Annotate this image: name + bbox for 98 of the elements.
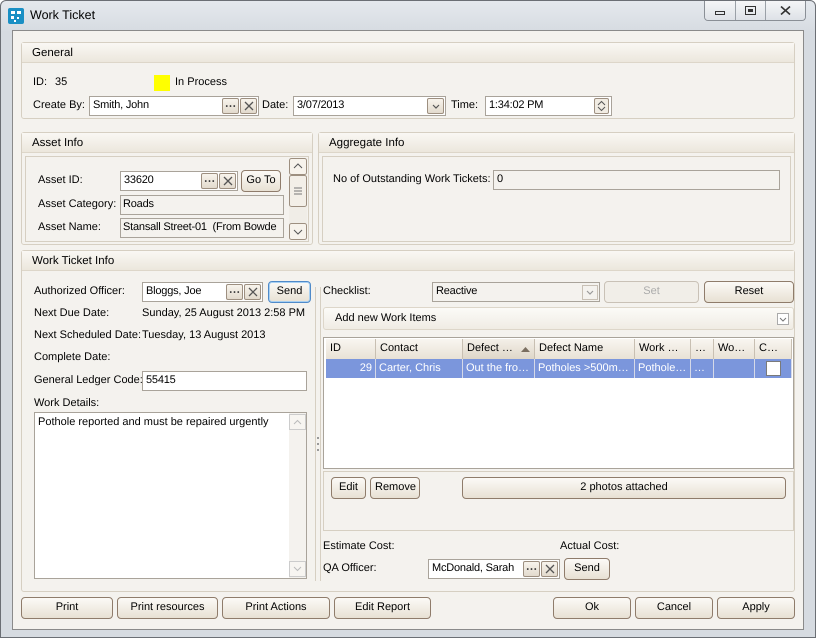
field-label: No of Outstanding Work Tickets: <box>333 173 490 187</box>
field-label: Date: <box>262 99 290 113</box>
button[interactable]: Print Actions <box>222 597 330 619</box>
id-value: 35 <box>55 76 68 90</box>
close-icon <box>542 563 556 575</box>
text-field[interactable]: 55415 <box>142 371 307 391</box>
column-header[interactable]: Work … <box>635 339 691 359</box>
up-down-icon <box>597 100 606 112</box>
column-header[interactable]: Defect … <box>463 339 535 359</box>
button[interactable]: Cancel <box>635 597 713 619</box>
button[interactable]: Ok <box>553 597 631 619</box>
table-cell: Out the fro… <box>463 359 535 378</box>
maximize-icon <box>745 6 756 15</box>
app-icon <box>8 8 24 24</box>
column-header[interactable]: … <box>691 339 714 359</box>
text-field[interactable]: Stansall Street-01 (From Bowde <box>120 218 284 238</box>
browse-button[interactable] <box>201 173 218 189</box>
field-label: Time: <box>451 99 480 113</box>
text-area[interactable]: Pothole reported and must be repaired urgently <box>34 412 307 579</box>
field-label: Create By: <box>33 99 86 113</box>
field-label: Actual Cost: <box>560 540 620 554</box>
table-cell: Carter, Chris <box>376 359 463 378</box>
close-button[interactable] <box>765 1 805 20</box>
picker-field[interactable]: 33620 <box>120 171 238 191</box>
field-label: Asset ID: <box>38 174 84 188</box>
picker-field[interactable]: Smith, John <box>89 96 259 116</box>
button[interactable]: Print <box>21 597 113 619</box>
field-label: Asset Name: <box>38 221 102 235</box>
scroll-down-icon[interactable] <box>289 223 307 240</box>
window-title: Work Ticket <box>30 8 96 23</box>
text-field[interactable]: 0 <box>493 170 780 190</box>
minimize-button[interactable] <box>705 1 735 20</box>
clear-button[interactable] <box>244 284 261 300</box>
reset-button[interactable]: Reset <box>704 281 794 303</box>
date-value: Tuesday, 13 August 2013 <box>142 329 266 343</box>
time-field[interactable]: 1:34:02 PM <box>485 96 612 116</box>
send-button[interactable]: Send <box>268 281 311 303</box>
close-icon <box>220 175 234 187</box>
field-label: Complete Date: <box>34 351 112 365</box>
group-header: Aggregate Info <box>319 133 794 153</box>
go-to-button[interactable]: Go To <box>241 170 281 192</box>
close-icon <box>780 6 791 15</box>
group-header: Asset Info <box>22 133 312 153</box>
table-cell: … <box>691 359 714 378</box>
scroll-thumb[interactable] <box>289 175 307 207</box>
chevron-down-icon <box>582 284 598 300</box>
field-label: Estimate Cost: <box>323 540 396 554</box>
field-label: ID: <box>33 76 48 90</box>
field-label: Asset Category: <box>38 198 117 212</box>
clear-button[interactable] <box>219 173 236 189</box>
scrollbar[interactable] <box>289 158 307 240</box>
button[interactable]: Edit <box>331 477 366 499</box>
scroll-up-icon[interactable] <box>289 158 307 175</box>
browse-button[interactable] <box>226 284 243 300</box>
group-header: Work Ticket Info <box>22 251 794 271</box>
button[interactable]: Edit Report <box>334 597 431 619</box>
photos-button[interactable]: 2 photos attached <box>462 477 786 499</box>
text-field[interactable]: Roads <box>120 195 284 215</box>
dropdown-button[interactable] <box>427 98 444 114</box>
column-header[interactable]: Contact <box>376 339 463 359</box>
button[interactable]: Apply <box>717 597 795 619</box>
button[interactable]: Remove <box>370 477 420 499</box>
spinner-button[interactable] <box>594 98 609 114</box>
column-header[interactable]: Wo… <box>714 339 755 359</box>
expander-bar[interactable]: Add new Work Items <box>323 307 794 330</box>
button[interactable]: Print resources <box>117 597 218 619</box>
date-value: Sunday, 25 August 2013 2:58 PM <box>142 307 306 321</box>
maximize-button[interactable] <box>735 1 765 20</box>
close-icon <box>242 100 256 112</box>
picker-field[interactable]: Bloggs, Joe <box>142 282 263 302</box>
text-area-content: Pothole reported and must be repaired urgently <box>37 415 270 430</box>
column-header[interactable]: C… <box>755 339 792 359</box>
column-header[interactable]: Defect Name <box>535 339 635 359</box>
send-button[interactable]: Send <box>564 558 610 580</box>
expander-title: Add new Work Items <box>335 312 438 326</box>
field-label: Next Scheduled Date: <box>34 329 142 343</box>
sort-up-icon <box>520 346 530 352</box>
table-cell: Potholes >500m… <box>535 359 635 378</box>
picker-field[interactable]: McDonald, Sarah <box>428 559 560 579</box>
browse-button[interactable] <box>523 561 540 577</box>
field-label: Next Due Date: <box>34 307 110 321</box>
group-header: General <box>22 43 794 63</box>
close-icon <box>246 286 260 298</box>
checkbox[interactable] <box>766 361 780 376</box>
table-cell: 29 <box>326 359 376 378</box>
column-header[interactable]: ID <box>326 339 376 359</box>
field-label: Authorized Officer: <box>34 285 126 299</box>
clear-button[interactable] <box>541 561 558 577</box>
browse-button[interactable] <box>222 98 239 114</box>
field-label: Work Details: <box>34 397 100 410</box>
chevron-down-icon <box>777 312 789 324</box>
table-cell: Pothole… <box>635 359 691 378</box>
checklist-dropdown[interactable]: Reactive <box>432 282 600 302</box>
clear-button[interactable] <box>240 98 257 114</box>
date-field[interactable]: 3/07/2013 <box>293 96 446 116</box>
status-text: In Process <box>175 76 227 90</box>
field-label: Checklist: <box>323 285 372 299</box>
field-label: QA Officer: <box>323 562 378 576</box>
